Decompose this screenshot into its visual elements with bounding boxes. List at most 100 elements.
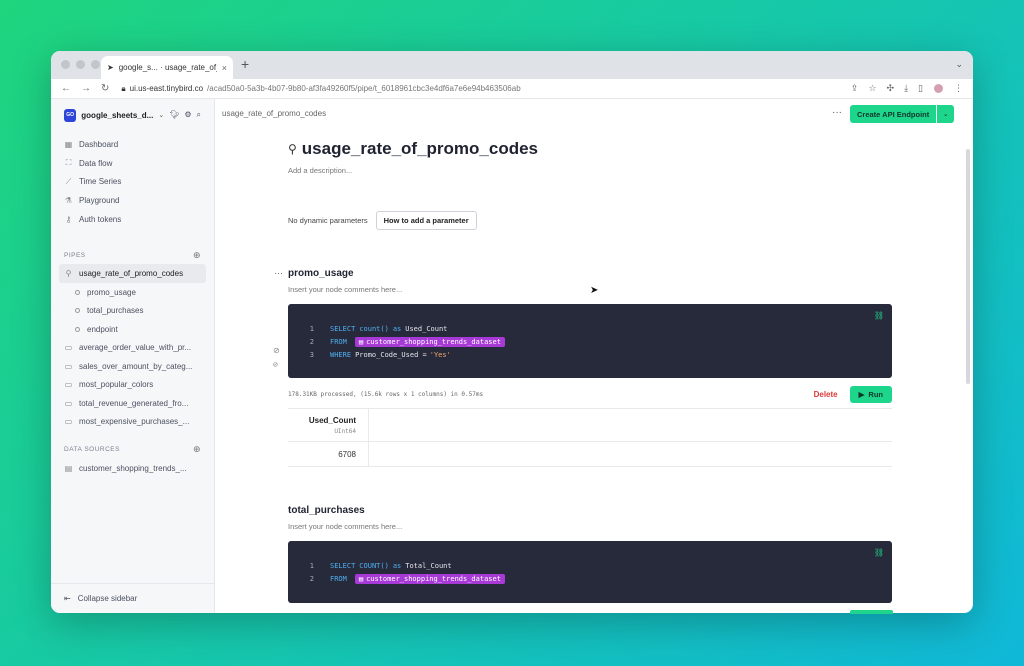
- reload-icon[interactable]: ↻: [101, 83, 109, 94]
- pipe-item[interactable]: ▭ total_revenue_generated_fro...: [51, 394, 214, 413]
- code-line: 3 WHERE Promo_Code_Used = 'Yes': [288, 348, 892, 361]
- code-keyword: FROM: [330, 574, 347, 583]
- line-number: 2: [309, 574, 314, 583]
- sidebar: GO google_sheets_d... ⌄ 🐤︎ ⚙ ⌕ ▦ Dashboar…: [51, 99, 215, 613]
- gear-icon[interactable]: ⚙: [184, 110, 191, 120]
- breadcrumb-item[interactable]: usage_rate_of_promo_codes: [222, 109, 326, 118]
- sql-editor[interactable]: ⛓ 1 SELECT count() as Used_Count 2 FROM …: [288, 304, 892, 378]
- nav-item-playground[interactable]: ⚗ Playground: [51, 191, 214, 210]
- mouse-cursor-icon: ➤: [590, 285, 599, 296]
- node-title[interactable]: total_purchases: [288, 505, 892, 516]
- pipe-item[interactable]: ▭ average_order_value_with_pr...: [51, 338, 214, 357]
- url-field[interactable]: 🔒︎ ui.us-east.tinybird.co/acad50a0-5a3b-…: [121, 84, 520, 94]
- pipe-label: total_revenue_generated_fro...: [79, 398, 189, 408]
- link-icon[interactable]: ⛓: [874, 548, 884, 557]
- window-controls[interactable]: [61, 60, 100, 69]
- nav-item-data-flow[interactable]: ⛶ Data flow: [51, 154, 214, 173]
- create-api-endpoint-button[interactable]: Create API Endpoint: [850, 105, 937, 123]
- nav-item-dashboard[interactable]: ▦ Dashboard: [51, 135, 214, 154]
- column-type: UInt64: [334, 428, 356, 435]
- star-icon[interactable]: ☆: [868, 83, 876, 94]
- hide-results-icon[interactable]: ⊘: [273, 360, 278, 369]
- pipe-icon: ▭: [64, 398, 73, 408]
- workspace-selector[interactable]: GO google_sheets_d... ⌄ 🐤︎ ⚙ ⌕: [51, 99, 214, 131]
- forward-icon[interactable]: →: [81, 83, 91, 94]
- workspace-logo: GO: [64, 108, 77, 122]
- browser-window: ➤ google_s... · usage_rate_of_p × + ⌄ ← …: [51, 51, 973, 613]
- datasource-item[interactable]: ▤ customer_shopping_trends_...: [51, 459, 214, 478]
- close-icon[interactable]: ×: [222, 63, 227, 73]
- code-text: Used_Count: [405, 324, 448, 333]
- node-menu-icon[interactable]: ···: [274, 268, 283, 278]
- kebab-icon[interactable]: ⋮: [954, 83, 963, 94]
- node-item[interactable]: endpoint: [51, 320, 214, 339]
- description-field[interactable]: Add a description...: [288, 166, 892, 175]
- chart-icon: ⟋: [65, 176, 72, 186]
- more-menu-icon[interactable]: ···: [832, 107, 842, 118]
- workspace-name: google_sheets_d...: [81, 110, 154, 120]
- link-icon[interactable]: ⛓: [874, 311, 884, 320]
- how-to-add-parameter-button[interactable]: How to add a parameter: [375, 211, 477, 230]
- run-button-peek[interactable]: [850, 610, 893, 614]
- section-title: DATA SOURCES: [64, 446, 120, 454]
- search-icon[interactable]: ⌕: [197, 110, 201, 120]
- node-comment-field[interactable]: Insert your node comments here...: [288, 522, 892, 531]
- column-header[interactable]: Used_Count UInt64: [288, 409, 369, 441]
- pipe-item-active[interactable]: ⚲ usage_rate_of_promo_codes: [59, 264, 206, 283]
- code-line: 1 SELECT count() as Used_Count: [288, 322, 892, 335]
- run-label: Run: [868, 389, 883, 399]
- node-item[interactable]: promo_usage: [51, 283, 214, 302]
- new-tab-button[interactable]: +: [241, 56, 249, 72]
- node-label: promo_usage: [87, 287, 136, 297]
- table-cell: 6708: [288, 442, 369, 466]
- line-number: 3: [309, 350, 314, 359]
- datasource-label: customer_shopping_trends_...: [79, 463, 187, 473]
- pipe-item[interactable]: ▭ most_popular_colors: [51, 375, 214, 394]
- code-keyword: WHERE: [330, 350, 352, 359]
- datasource-chip[interactable]: ▤ customer_shopping_trends_dataset: [354, 336, 505, 347]
- pipe-icon: ⚲: [288, 142, 297, 156]
- nav-item-auth-tokens[interactable]: ⚷ Auth tokens: [51, 210, 214, 229]
- code-string: 'Yes': [429, 350, 451, 359]
- add-datasource-icon[interactable]: ⊕: [193, 444, 201, 455]
- tab-strip: ➤ google_s... · usage_rate_of_p × + ⌄: [51, 51, 973, 79]
- page-title: ⚲ usage_rate_of_promo_codes: [288, 139, 892, 159]
- code-keyword: SELECT: [330, 324, 356, 333]
- back-icon[interactable]: ←: [61, 83, 71, 94]
- profile-avatar[interactable]: [933, 83, 944, 94]
- datasource-chip[interactable]: ▤ customer_shopping_trends_dataset: [354, 573, 505, 584]
- line-number: 1: [309, 324, 314, 333]
- node-item[interactable]: total_purchases: [51, 301, 214, 320]
- query-stats-bar: ⊘ 178.31KB processed, (15.6k rows x 1 co…: [273, 360, 892, 403]
- node-dot-icon: [75, 326, 80, 332]
- page-title-text[interactable]: usage_rate_of_promo_codes: [302, 139, 538, 159]
- download-icon[interactable]: ⤓: [904, 83, 908, 94]
- chevron-down-icon[interactable]: ⌄: [937, 105, 955, 123]
- run-button[interactable]: ▶ Run: [849, 385, 892, 403]
- code-function: COUNT(): [359, 561, 389, 570]
- pipe-item[interactable]: ▭ most_expensive_purchases_...: [51, 412, 214, 431]
- delete-button[interactable]: Delete: [814, 390, 838, 399]
- pipes-section-header: PIPES ⊕: [51, 246, 214, 264]
- hide-icon[interactable]: ⊘: [273, 346, 280, 355]
- add-pipe-icon[interactable]: ⊕: [193, 250, 201, 261]
- share-icon[interactable]: ⇪: [851, 83, 859, 94]
- node-dot-icon: [75, 289, 80, 295]
- browser-tab[interactable]: ➤ google_s... · usage_rate_of_p ×: [101, 56, 233, 79]
- collapse-sidebar-button[interactable]: ⇤ Collapse sidebar: [51, 583, 214, 613]
- pipe-label: most_expensive_purchases_...: [79, 417, 190, 427]
- pipe-item[interactable]: ▭ sales_over_amount_by_categ...: [51, 357, 214, 376]
- tab-search-icon[interactable]: ⌄: [955, 59, 963, 70]
- node-title[interactable]: promo_usage: [288, 268, 892, 279]
- extensions-icon[interactable]: ✣: [887, 83, 895, 94]
- datasource-icon: ▤: [358, 574, 364, 583]
- nav-label: Time Series: [79, 177, 122, 187]
- sidepanel-icon[interactable]: ▯: [918, 83, 923, 94]
- sql-editor[interactable]: ⛓ 1 SELECT COUNT() as Total_Count 2 FROM…: [288, 541, 892, 603]
- nav-item-time-series[interactable]: ⟋ Time Series: [51, 172, 214, 191]
- nav-label: Data flow: [79, 158, 113, 168]
- scrollbar[interactable]: [966, 149, 970, 384]
- params-text: No dynamic parameters: [288, 216, 368, 225]
- bird-icon[interactable]: 🐤︎: [169, 110, 179, 120]
- code-keyword: as: [392, 561, 402, 570]
